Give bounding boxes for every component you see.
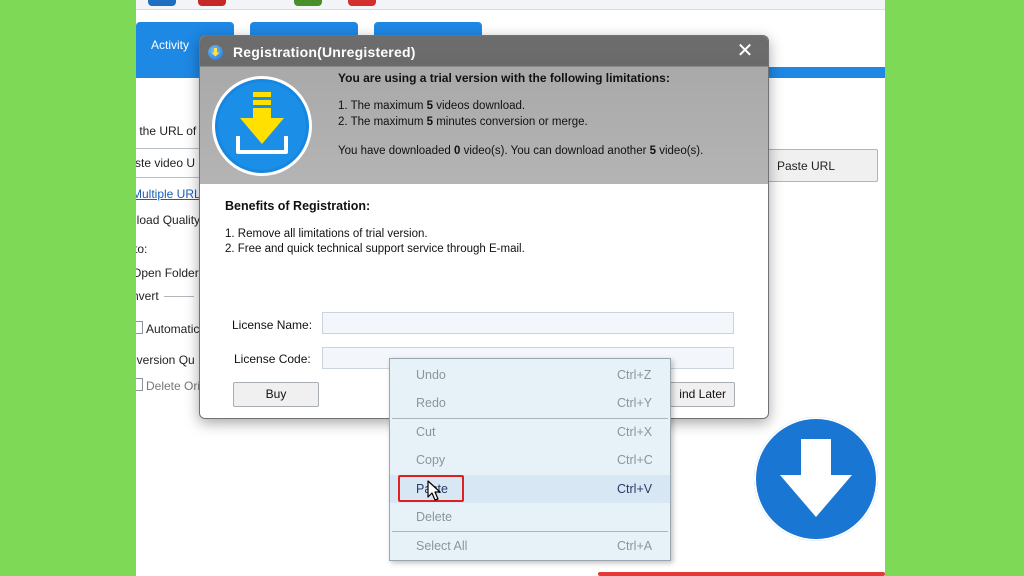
license-name-label: License Name: — [232, 318, 313, 332]
menu-item-undo[interactable]: Undo Ctrl+Z — [390, 361, 670, 389]
menu-item-shortcut: Ctrl+C — [617, 453, 653, 467]
close-icon[interactable]: ✕ — [734, 40, 756, 62]
save-to-label: to: — [136, 242, 148, 256]
conversion-quality-label: nversion Qu — [136, 353, 195, 367]
menu-item-select-all[interactable]: Select All Ctrl+A — [390, 532, 670, 560]
convert-section-label: nvert — [136, 289, 159, 303]
menu-item-label: Delete — [416, 510, 453, 524]
paste-url-button[interactable]: Paste URL — [758, 149, 878, 182]
toolbar-icon-4[interactable] — [348, 0, 376, 6]
limit2-prefix: 2. The maximum — [338, 116, 427, 128]
download-button[interactable] — [754, 417, 878, 541]
automatic-label: Automatic — [146, 322, 200, 336]
bottom-red-bar — [598, 572, 885, 576]
buy-button-label: Buy — [265, 387, 287, 401]
app-toolbar — [136, 0, 885, 10]
menu-item-redo[interactable]: Redo Ctrl+Y — [390, 389, 670, 417]
delete-original-checkbox[interactable] — [136, 378, 143, 391]
paste-url-button-label: Paste URL — [777, 159, 836, 173]
menu-item-label: Select All — [416, 539, 468, 553]
menu-item-shortcut: Ctrl+X — [617, 425, 653, 439]
video-url-input-text: ste video U — [136, 156, 196, 170]
menu-item-label: Cut — [416, 425, 436, 439]
url-prompt-label: r the URL of — [136, 124, 197, 138]
automatic-checkbox[interactable] — [136, 321, 143, 334]
tab-activity-label: Activity — [151, 38, 190, 52]
buy-button[interactable]: Buy — [233, 382, 319, 407]
limit-line-1: 1. The maximum 5 videos download. — [338, 100, 525, 112]
status-middle: video(s). You can download another — [460, 145, 650, 157]
limit1-suffix: videos download. — [433, 100, 526, 112]
menu-item-shortcut: Ctrl+Y — [617, 396, 653, 410]
menu-item-cut[interactable]: Cut Ctrl+X — [390, 418, 670, 446]
context-menu: Undo Ctrl+Z Redo Ctrl+Y Cut Ctrl+X Copy … — [389, 358, 671, 561]
download-arrow-icon — [780, 439, 852, 517]
delete-original-label: Delete Ori — [146, 379, 201, 393]
limit2-suffix: minutes conversion or merge. — [433, 116, 588, 128]
status-prefix: You have downloaded — [338, 145, 454, 157]
benefit-item-1: 1. Remove all limitations of trial versi… — [225, 228, 428, 240]
menu-item-label: Copy — [416, 453, 446, 467]
benefit-item-2: 2. Free and quick technical support serv… — [225, 243, 525, 255]
menu-item-label: Undo — [416, 368, 446, 382]
menu-item-shortcut: Ctrl+Z — [617, 368, 652, 382]
dialog-title: Registration(Unregistered) — [233, 44, 416, 60]
app-logo-icon — [210, 74, 314, 178]
open-folder-label[interactable]: Open Folder — [136, 266, 199, 280]
license-name-input[interactable] — [322, 312, 734, 334]
license-code-label: License Code: — [234, 352, 311, 366]
toolbar-icon-3[interactable] — [294, 0, 322, 6]
status-suffix: video(s). — [656, 145, 704, 157]
multiple-urls-link[interactable]: Multiple URLs — [136, 187, 207, 201]
toolbar-icon-1[interactable] — [148, 0, 176, 6]
menu-item-label: Redo — [416, 396, 446, 410]
limit-line-2: 2. The maximum 5 minutes conversion or m… — [338, 116, 588, 128]
benefits-heading: Benefits of Registration: — [225, 199, 371, 213]
limit1-prefix: 1. The maximum — [338, 100, 427, 112]
menu-item-shortcut: Ctrl+A — [617, 539, 653, 553]
title-download-icon — [208, 45, 223, 60]
remind-later-button-label: ind Later — [679, 387, 726, 401]
mouse-cursor-icon — [426, 480, 442, 502]
menu-item-delete[interactable]: Delete — [390, 503, 670, 531]
menu-item-shortcut: Ctrl+V — [617, 482, 653, 496]
toolbar-icon-2[interactable] — [198, 0, 226, 6]
download-status-line: You have downloaded 0 video(s). You can … — [338, 145, 703, 157]
trial-heading: You are using a trial version with the f… — [338, 71, 670, 85]
video-url-input[interactable]: ste video U — [136, 148, 206, 178]
menu-item-copy[interactable]: Copy Ctrl+C — [390, 446, 670, 474]
convert-section-divider — [164, 296, 194, 297]
download-quality-label: nload Quality — [136, 213, 201, 227]
